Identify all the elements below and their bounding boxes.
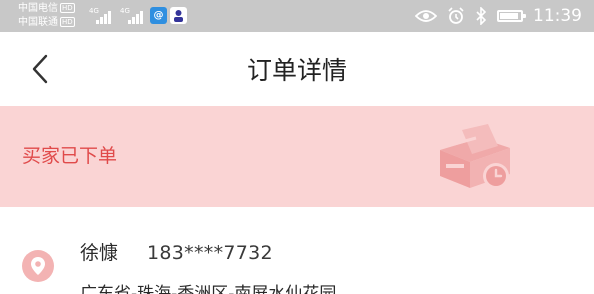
recipient-address: 广东省-珠海-香洲区-南屏水仙花园 xyxy=(80,284,337,294)
bluetooth-icon xyxy=(476,7,487,25)
signal-1-icon xyxy=(92,8,112,24)
recipient-phone: 183****7732 xyxy=(147,242,273,264)
title-bar: 订单详情 xyxy=(0,32,594,106)
app-notification-icon: @ xyxy=(150,7,167,24)
alarm-icon xyxy=(448,7,464,24)
page-title: 订单详情 xyxy=(246,56,347,85)
order-status-banner: 买家已下单 xyxy=(0,106,594,207)
eye-icon xyxy=(415,10,437,22)
location-pin-icon xyxy=(22,250,54,282)
hd-badge: HD xyxy=(60,17,75,27)
status-bar: 中国电信 HD 中国联通 HD 4G 4G @ 11:39 xyxy=(0,0,594,32)
signal-2-icon xyxy=(124,8,144,24)
hd-badge: HD xyxy=(60,3,75,13)
status-icons: 11:39 xyxy=(415,5,582,27)
carrier-1-label: 中国电信 xyxy=(18,3,58,14)
carrier-2-label: 中国联通 xyxy=(18,17,58,28)
carrier-1: 中国电信 HD xyxy=(18,3,75,14)
shipping-address-section[interactable]: 徐慷 183****7732 广东省-珠海-香洲区-南屏水仙花园 xyxy=(0,207,594,294)
battery-icon xyxy=(497,10,526,22)
package-clock-icon xyxy=(440,124,510,189)
carrier-2: 中国联通 HD xyxy=(18,17,75,28)
order-status-text: 买家已下单 xyxy=(22,145,118,167)
app-notification-icon xyxy=(170,7,187,24)
clock: 11:39 xyxy=(533,6,582,26)
recipient-name: 徐慷 xyxy=(80,242,119,264)
